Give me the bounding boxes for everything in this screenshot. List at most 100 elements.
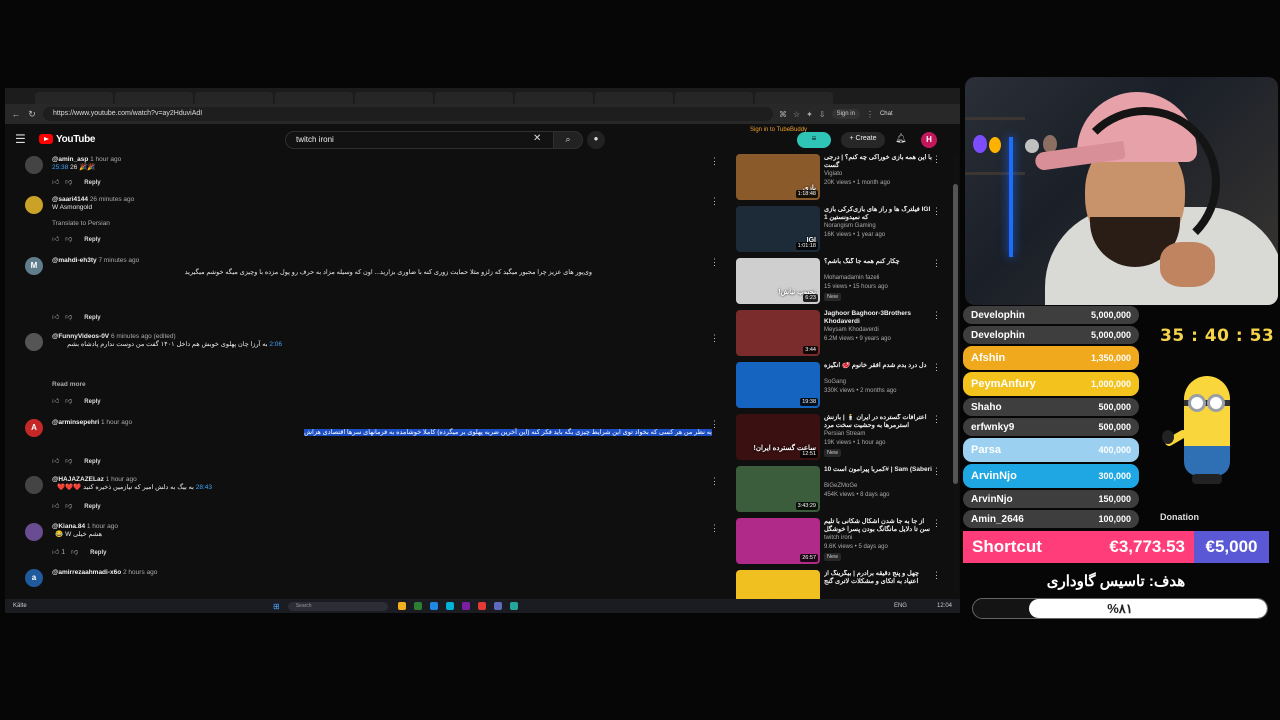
video-thumbnail[interactable]: 3:44 (736, 310, 820, 356)
avatar[interactable]: a (25, 569, 43, 587)
notifications-bell-icon[interactable]: 🔔︎ (895, 133, 906, 144)
app-icon[interactable] (445, 602, 454, 610)
menu-dots-icon[interactable]: ⋮ (866, 110, 874, 119)
app-icon[interactable] (461, 602, 470, 610)
video-title[interactable]: با این همه بازی خوراکی چه کنم؟ | درجی گس… (824, 154, 932, 170)
taskbar-clock[interactable]: 12:04 (937, 603, 952, 609)
reply-button[interactable]: Reply (84, 399, 100, 405)
video-thumbnail[interactable]: IGI 1:01:18 (736, 206, 820, 252)
video-menu-icon[interactable]: ⋮ (932, 466, 941, 477)
avatar[interactable] (25, 476, 43, 494)
recommended-video[interactable]: 3:44 Jaghoor Baghoor-3Brothers Khodaverdi… (733, 310, 943, 360)
video-title[interactable]: از جا به جا شدن اشکال شکانی با تلیم سن ت… (824, 518, 932, 534)
app-icon[interactable] (477, 602, 486, 610)
video-thumbnail[interactable]: 26:57 (736, 518, 820, 564)
avatar[interactable] (25, 196, 43, 214)
extension-icon[interactable]: ✦ (806, 110, 813, 119)
dislike-icon[interactable]: 👎︎ (65, 314, 72, 321)
comment-author[interactable]: @saari4144 (52, 196, 88, 203)
avatar[interactable]: A (25, 419, 43, 437)
browser-tab[interactable] (35, 92, 113, 104)
reply-button[interactable]: Reply (84, 504, 100, 510)
comment-time[interactable]: 6 minutes ago (edited) (111, 333, 176, 340)
comment-time[interactable]: 1 hour ago (106, 476, 137, 483)
windows-start-icon[interactable]: ⊞ (273, 602, 280, 611)
like-icon[interactable]: 👍︎ (52, 236, 59, 243)
channel-name[interactable]: Meysam Khodaverdi (824, 327, 879, 333)
reply-button[interactable]: Reply (90, 550, 106, 556)
comment-author[interactable]: @Kiana.84 (52, 523, 85, 530)
video-thumbnail[interactable]: بازی 1:18:48 (736, 154, 820, 200)
channel-name[interactable]: Mohamadamin fazeli (824, 275, 879, 281)
recommended-video[interactable]: نحبوب نباش! 6:23 چکار کنم همه جا گنگ باشم؟… (733, 258, 943, 308)
hamburger-menu-icon[interactable]: ☰ (15, 132, 39, 146)
comment-menu-icon[interactable]: ⋮ (710, 476, 719, 487)
dislike-icon[interactable]: 👎︎ (65, 236, 72, 243)
file-explorer-icon[interactable] (397, 602, 406, 610)
comment-author[interactable]: @FunnyVideos-0V (52, 333, 109, 340)
url-field[interactable]: https://www.youtube.com/watch?v=ay2Hduvi… (43, 107, 773, 121)
video-menu-icon[interactable]: ⋮ (932, 570, 941, 581)
video-thumbnail[interactable]: ساعت گسترده ایران! 12:51 (736, 414, 820, 460)
recommended-video[interactable]: IGI 1:01:18 فیلترگ ها و راز های بازی‌کرکی … (733, 206, 943, 256)
comment-menu-icon[interactable]: ⋮ (710, 257, 719, 268)
recommended-video[interactable]: بازی 1:18:48 با این همه بازی خوراکی چه کنم… (733, 154, 943, 204)
scroll-thumb[interactable] (953, 184, 958, 484)
like-icon[interactable]: 👍︎ (52, 503, 59, 510)
channel-name[interactable]: BiGeZMoGe (824, 483, 857, 489)
dislike-icon[interactable]: 👎︎ (71, 549, 78, 556)
comment-time[interactable]: 2 hours ago (123, 569, 157, 576)
video-title[interactable]: فیلترگ ها و راز های بازی‌کرکی بازی IGI 1… (824, 206, 932, 222)
browser-tab[interactable] (195, 92, 273, 104)
browser-tab[interactable] (675, 92, 753, 104)
video-title[interactable]: کمربا پیرامون است 10# | Sam (Saberi (824, 466, 932, 474)
video-thumbnail[interactable]: 45 Minutes With (736, 570, 820, 599)
account-avatar[interactable]: H (921, 132, 937, 148)
copilot-chat-button[interactable]: Chat (880, 111, 893, 117)
translate-link[interactable]: Translate to Persian (52, 220, 722, 229)
app-icon[interactable] (493, 602, 502, 610)
channel-name[interactable]: twitch ironi (824, 535, 852, 541)
reply-button[interactable]: Reply (84, 315, 100, 321)
translate-icon[interactable]: ⌘ (779, 110, 787, 119)
tubebuddy-signin-link[interactable]: Sign in to TubeBuddy (750, 127, 807, 134)
channel-name[interactable]: Norangism Gaming (824, 223, 876, 229)
avatar[interactable] (25, 523, 43, 541)
download-icon[interactable]: ⇩ (819, 110, 826, 119)
edge-browser-icon[interactable] (429, 602, 438, 610)
taskbar-search-input[interactable]: Search (287, 601, 388, 611)
channel-name[interactable]: SoGang (824, 379, 846, 385)
page-scrollbar[interactable] (953, 154, 958, 594)
read-more-link[interactable]: Read more (52, 381, 86, 388)
avatar[interactable] (25, 333, 43, 351)
dislike-icon[interactable]: 👎︎ (65, 503, 72, 510)
create-button[interactable]: + Create (841, 132, 885, 148)
selected-text[interactable]: به نظر من هر کسی که بخواد توی این شرایط … (304, 429, 712, 436)
recommended-video[interactable]: 3:43:29 کمربا پیرامون است 10# | Sam (Sabe… (733, 466, 943, 516)
comment-author[interactable]: @amin_asp (52, 156, 88, 163)
video-menu-icon[interactable]: ⋮ (932, 258, 941, 269)
youtube-logo[interactable]: YouTube (39, 134, 96, 145)
comment-time[interactable]: 1 hour ago (87, 523, 118, 530)
like-icon[interactable]: 👍︎ (52, 549, 59, 556)
comment-time[interactable]: 1 hour ago (90, 156, 121, 163)
voice-search-button[interactable]: ● (587, 131, 605, 149)
browser-tab[interactable] (595, 92, 673, 104)
comment-menu-icon[interactable]: ⋮ (710, 196, 719, 207)
video-title[interactable]: چکار کنم همه جا گنگ باشم؟ (824, 258, 932, 266)
video-menu-icon[interactable]: ⋮ (932, 206, 941, 217)
browser-tab[interactable] (435, 92, 513, 104)
comment-author[interactable]: @HAJAZAZELaz (52, 476, 104, 483)
browser-tab[interactable] (755, 92, 833, 104)
comment-time[interactable]: 7 minutes ago (98, 257, 139, 264)
profile-signin-button[interactable]: Sign in (831, 109, 860, 119)
reply-button[interactable]: Reply (84, 180, 100, 186)
reply-button[interactable]: Reply (84, 459, 100, 465)
recommended-video[interactable]: 26:57 از جا به جا شدن اشکال شکانی با تلیم… (733, 518, 943, 568)
recommended-video[interactable]: 19:38 دل درد بدم شدم افقر خانوم 🥩 آنگیزه S… (733, 362, 943, 412)
channel-name[interactable]: Persian Stream (824, 431, 865, 437)
video-menu-icon[interactable]: ⋮ (932, 414, 941, 425)
app-icon[interactable] (413, 602, 422, 610)
search-button[interactable]: ⌕ (553, 131, 583, 149)
comment-author[interactable]: @arminsepehri (52, 419, 99, 426)
